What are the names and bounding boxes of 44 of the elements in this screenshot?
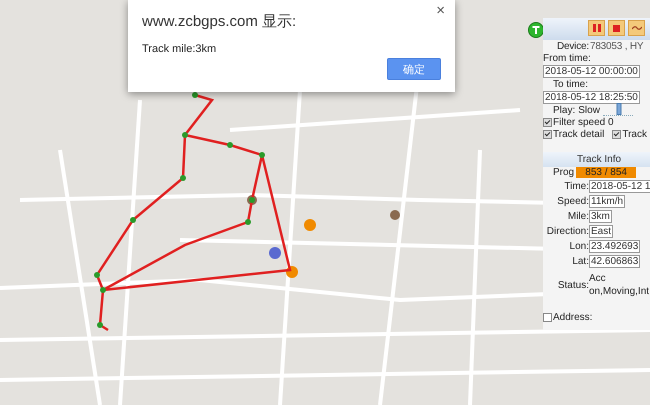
info-field: 42.606863 [589, 255, 640, 268]
progress-reading: 853 / 854 [584, 167, 628, 178]
pause-icon [592, 24, 600, 32]
track-info-header: Track Info [543, 152, 650, 167]
device-value: 783053 , HY [590, 41, 644, 52]
checkbox[interactable] [543, 118, 552, 127]
field-label: Speed: [556, 196, 589, 207]
field-label: Mile: [566, 211, 589, 222]
info-field: East [589, 225, 614, 238]
slider-thumb[interactable] [616, 103, 622, 115]
wave-icon [632, 25, 642, 31]
dialog-title: www.zcbgps.com 显示: [142, 12, 298, 31]
stop-icon [613, 24, 620, 32]
field-label: Prog [553, 167, 574, 178]
info-field: 11km/h [589, 195, 626, 208]
field-label: From time: [543, 53, 592, 64]
checkbox[interactable] [612, 130, 622, 139]
close-button[interactable]: × [436, 2, 445, 19]
field-label: Device: [557, 41, 589, 52]
info-field: 3km [589, 210, 612, 223]
info-field: 2018-05-12 1 [589, 180, 650, 193]
route-button[interactable] [628, 20, 645, 36]
option-label: Track [622, 129, 647, 140]
pause-button[interactable] [588, 20, 605, 36]
field-label: Play: [553, 105, 576, 116]
checkbox[interactable] [543, 312, 552, 322]
option-label: Track detail [553, 129, 604, 140]
field-label: Direction: [546, 226, 589, 237]
field-label: Lon: [568, 241, 589, 252]
speed-slider[interactable] [602, 105, 633, 116]
field-label: Lat: [571, 256, 589, 267]
field-label: Status: [556, 280, 589, 290]
speed-label: Slow [578, 105, 600, 116]
to-time-field[interactable]: 2018-05-12 18:25:50 [543, 91, 640, 104]
dialog-message: Track mile:3km [142, 43, 218, 55]
option-label: Address: [553, 312, 592, 322]
field-label: To time: [552, 79, 590, 90]
field-label: Time: [563, 181, 589, 192]
info-field: 23.492693 [589, 240, 640, 253]
stop-button[interactable] [608, 20, 625, 36]
option-label: Filter speed 0 [553, 117, 614, 128]
checkbox[interactable] [543, 130, 552, 139]
status-value: Acc on,Moving,Int [589, 272, 650, 298]
from-time-field[interactable]: 2018-05-12 00:00:00 [543, 65, 640, 78]
